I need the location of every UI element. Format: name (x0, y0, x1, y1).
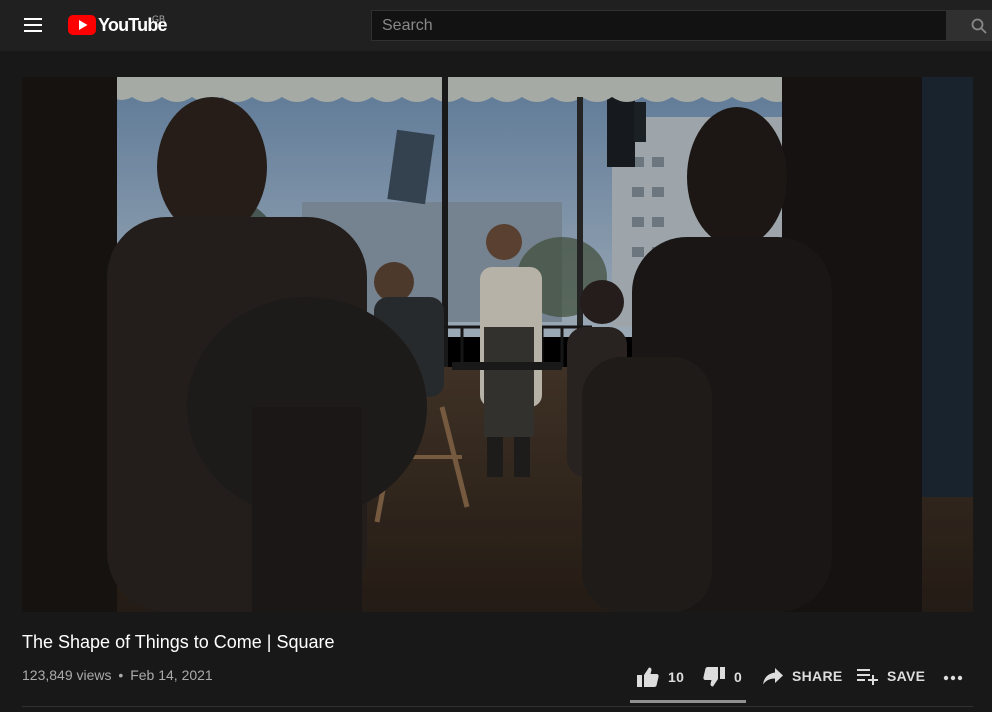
like-count: 10 (668, 669, 685, 685)
search-icon (971, 18, 987, 34)
like-ratio-bar (630, 700, 746, 703)
like-button[interactable]: 10 (636, 666, 684, 688)
share-arrow-icon (763, 668, 783, 685)
save-button[interactable]: SAVE (857, 666, 925, 686)
save-label: SAVE (887, 668, 926, 684)
dislike-button[interactable]: 0 (702, 666, 742, 688)
search-input[interactable] (371, 10, 947, 41)
video-title: The Shape of Things to Come | Square (22, 632, 335, 652)
thumbs-up-icon (637, 667, 659, 687)
info-divider (22, 706, 973, 707)
more-horizontal-icon (943, 675, 963, 681)
video-player[interactable] (22, 77, 973, 612)
more-actions-button[interactable] (942, 666, 964, 686)
youtube-play-icon (68, 15, 96, 35)
video-frame (22, 77, 973, 612)
video-actions: 10 0 SHARE SAVE (0, 666, 992, 690)
share-label: SHARE (792, 668, 843, 684)
region-code: GB (152, 14, 166, 24)
share-button[interactable]: SHARE (762, 666, 843, 686)
thumbs-down-icon (703, 667, 725, 687)
hamburger-icon[interactable] (22, 15, 46, 35)
search-button[interactable] (946, 10, 992, 41)
dislike-count: 0 (734, 669, 743, 685)
playlist-add-icon (857, 669, 878, 685)
masthead: YouTube GB (0, 0, 992, 51)
